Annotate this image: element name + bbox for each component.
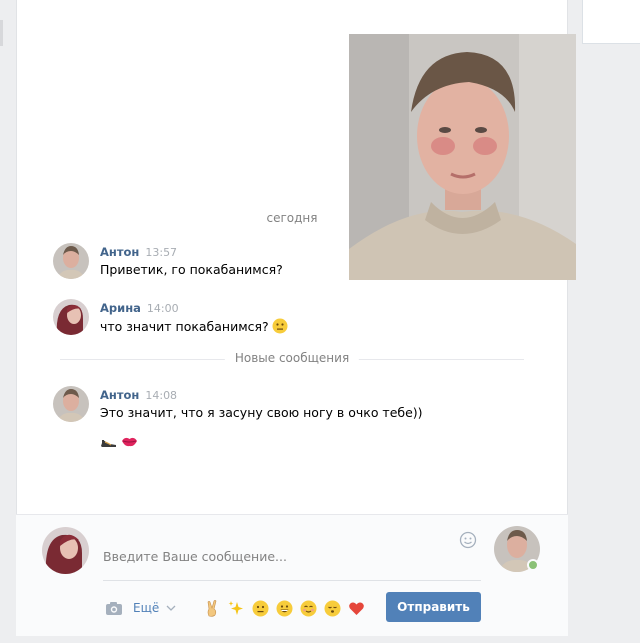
new-messages-label: Новые сообщения <box>224 351 360 365</box>
date-separator: сегодня <box>266 211 318 225</box>
message-input[interactable] <box>103 529 481 581</box>
send-button[interactable]: Отправить <box>386 592 481 622</box>
avatar-anton[interactable] <box>53 243 89 279</box>
message-author[interactable]: Антон <box>100 245 139 259</box>
message-text: Приветик, го покабанимся? <box>100 262 283 277</box>
high-heel-shoe-icon <box>100 433 117 450</box>
message-author[interactable]: Антон <box>100 388 139 402</box>
message-time[interactable]: 13:57 <box>145 246 177 259</box>
neutral-face-icon[interactable] <box>252 600 269 617</box>
emoji-picker-icon[interactable] <box>459 531 477 549</box>
more-attachments-button[interactable]: Ещё <box>133 601 176 615</box>
right-side-panel <box>582 0 640 44</box>
message-composer: Ещё Отправить <box>16 514 568 636</box>
grinning-face-icon[interactable] <box>276 600 293 617</box>
message-time[interactable]: 14:08 <box>145 389 177 402</box>
red-heart-icon[interactable] <box>348 600 365 617</box>
message-author[interactable]: Арина <box>100 301 141 315</box>
attach-controls: Ещё <box>105 598 176 618</box>
quick-emoji-bar <box>204 597 365 619</box>
online-status-indicator <box>527 559 539 571</box>
my-avatar[interactable] <box>42 527 89 574</box>
victory-hand-icon[interactable] <box>204 599 221 617</box>
left-edge-tab <box>0 20 3 46</box>
message-time[interactable]: 14:00 <box>147 302 179 315</box>
avatar-anton[interactable] <box>53 386 89 422</box>
neutral-face-emoji-icon <box>272 318 288 334</box>
sparkles-icon[interactable] <box>228 600 245 617</box>
message-text-content: что значит покабанимся? <box>100 319 269 334</box>
new-messages-separator: Новые сообщения <box>60 349 524 369</box>
message-text: Это значит, что я засуну свою ногу в очк… <box>100 405 423 420</box>
camera-icon[interactable] <box>105 600 123 616</box>
message-emoji-row <box>100 433 138 453</box>
kiss-lips-icon <box>121 433 138 450</box>
relieved-face-icon[interactable] <box>300 600 317 617</box>
shared-photo[interactable] <box>349 34 576 280</box>
more-label: Ещё <box>133 601 160 615</box>
kissing-face-icon[interactable] <box>324 600 341 617</box>
chevron-down-icon <box>166 601 176 611</box>
message-text: что значит покабанимся? <box>100 318 288 334</box>
avatar-arina[interactable] <box>53 299 89 335</box>
